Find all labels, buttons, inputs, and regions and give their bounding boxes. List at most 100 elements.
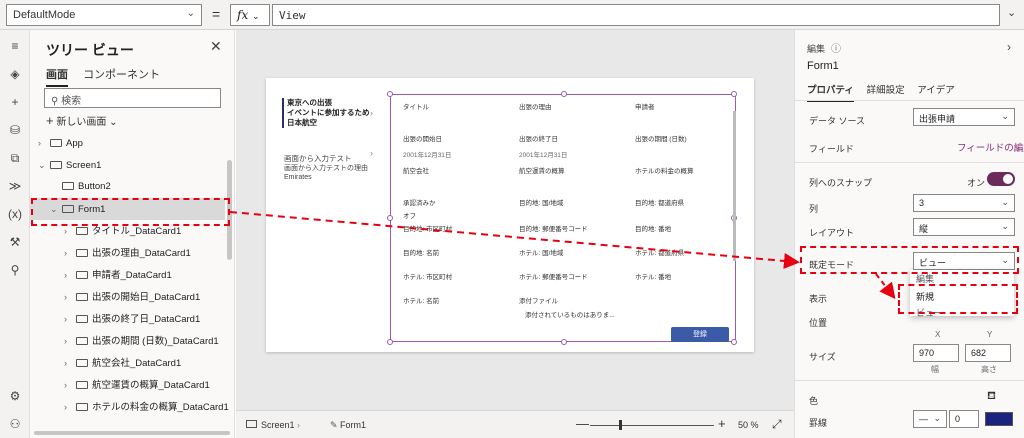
tree-item-screen1[interactable]: ⌄ Screen1 (30, 154, 225, 176)
resize-handle[interactable] (561, 91, 567, 97)
media-icon[interactable]: ⧉ (7, 150, 23, 166)
breadcrumb-screen[interactable]: Screen1 › (246, 420, 300, 430)
card-icon (76, 381, 88, 389)
chevron-down-icon: ⌄ (109, 117, 118, 128)
gallery-item[interactable]: 画面から入力テスト 画面から入力テストの理由 Emirates (284, 154, 374, 182)
resize-handle[interactable] (387, 91, 393, 97)
tree-item-datacard[interactable]: › 出張の理由_DataCard1 (30, 242, 225, 264)
border-width-input[interactable]: 0 (949, 410, 979, 428)
button-icon (62, 182, 74, 190)
position-label: 位置 (809, 318, 828, 328)
properties-tabs: プロパティ 詳細設定 アイデア (807, 82, 965, 102)
tree-item-datacard[interactable]: › 航空運賃の概算_DataCard1 (30, 374, 225, 396)
line-style-icon: — (919, 414, 928, 424)
paint-bucket-icon[interactable]: ⛾ (987, 390, 996, 404)
automate-icon[interactable]: ≫ (7, 178, 23, 194)
highlight-new-option (898, 284, 1018, 314)
settings-icon[interactable]: ⚙ (7, 388, 23, 404)
highlight-form1 (31, 198, 230, 226)
tab-properties[interactable]: プロパティ (807, 82, 854, 102)
tree-item-datacard[interactable]: › 出張の開始日_DataCard1 (30, 286, 225, 308)
resize-handle[interactable] (731, 339, 737, 345)
resize-handle[interactable] (731, 91, 737, 97)
fx-button[interactable]: fx ⌄ (230, 4, 270, 26)
tree-item-label: 出張の期間 (日数)_DataCard1 (92, 336, 219, 347)
zoom-in-button[interactable]: + (718, 416, 726, 431)
gallery-item-sub1: 画面から入力テストの理由 (284, 165, 368, 172)
resize-handle[interactable] (387, 215, 393, 221)
form1-control[interactable]: タイトル 出張の理由 申請者 出張の開始日 出張の終了日 出張の期間 (日数) … (387, 91, 737, 345)
width-input[interactable]: 970 (913, 344, 959, 362)
tree-item-label: 航空会社_DataCard1 (92, 358, 182, 369)
divider (795, 380, 1024, 381)
tab-advanced[interactable]: 詳細設定 (867, 82, 905, 100)
data-icon[interactable]: ⛁ (7, 122, 23, 138)
tree-horizontal-scrollbar[interactable] (34, 431, 230, 435)
tab-screens[interactable]: 画面 (46, 66, 68, 87)
expand-formula-icon[interactable]: ⌄ (1007, 6, 1016, 19)
chevron-right-icon[interactable]: › (1007, 40, 1011, 54)
insert-plus-icon[interactable]: + (7, 94, 23, 110)
tree-item-app[interactable]: › App (30, 132, 225, 154)
search-icon[interactable]: ⚲ (7, 262, 23, 278)
app-screen-preview[interactable]: 東京への出張 イベントに参加するため 日本航空 › 画面から入力テスト 画面から… (266, 78, 754, 352)
resize-handle[interactable] (561, 339, 567, 345)
tree-item-datacard[interactable]: › 出張の終了日_DataCard1 (30, 308, 225, 330)
zoom-out-button[interactable]: — (576, 416, 589, 431)
layout-dropdown[interactable]: 縦 ⌄ (913, 218, 1015, 236)
field-value: 2001年12月31日 (519, 152, 568, 159)
chevron-right-icon: › (64, 358, 67, 368)
property-selector[interactable]: DefaultMode ⌄ (6, 4, 202, 26)
tree-item-datacard[interactable]: › 出張の期間 (日数)_DataCard1 (30, 330, 225, 352)
columns-dropdown[interactable]: 3 ⌄ (913, 194, 1015, 212)
tree-view-title: ツリー ビュー (46, 42, 134, 58)
submit-button[interactable]: 登録 (671, 327, 729, 342)
chevron-right-icon: › (64, 380, 67, 390)
border-style-dropdown[interactable]: — ⌄ (913, 410, 947, 428)
resize-handle[interactable] (387, 339, 393, 345)
datasource-dropdown[interactable]: 出張申請 ⌄ (913, 108, 1015, 126)
field-label: 承認済みか (403, 200, 436, 207)
snap-toggle[interactable] (987, 172, 1015, 186)
field-label: ホテル: 都道府県 (635, 250, 685, 257)
chevron-right-icon: › (64, 270, 67, 280)
snap-label: 列へのスナップ (809, 178, 873, 188)
y-label: Y (987, 330, 993, 339)
tab-components[interactable]: コンポーネント (83, 66, 160, 85)
breadcrumb-form[interactable]: ✎ Form1 (330, 420, 366, 431)
zoom-slider-thumb[interactable] (619, 420, 622, 430)
search-input[interactable]: ⚲ 検索 (44, 88, 221, 108)
tree-item-datacard[interactable]: › 申請者_DataCard1 (30, 264, 225, 286)
border-color-swatch[interactable] (985, 412, 1013, 426)
zoom-slider-track[interactable] (590, 425, 714, 426)
new-screen-button[interactable]: + 新しい画面 ⌄ (46, 113, 118, 128)
tools-icon[interactable]: ⚒ (7, 234, 23, 250)
hamburger-icon[interactable]: ≡ (7, 38, 23, 54)
gallery-item-sub1: イベントに参加するため (287, 108, 370, 117)
height-input[interactable]: 682 (965, 344, 1011, 362)
tab-ideas[interactable]: アイデア (917, 82, 955, 100)
layers-icon[interactable]: ◈ (7, 66, 23, 82)
field-label: タイトル (403, 104, 429, 111)
edit-fields-link[interactable]: フィールドの編集 (957, 140, 1024, 154)
height-label: 高さ (981, 365, 997, 374)
virtual-agent-icon[interactable]: ⚇ (7, 416, 23, 432)
fit-to-window-icon[interactable]: ⤢ (772, 417, 782, 432)
form-scrollbar[interactable] (733, 111, 736, 261)
screen-icon (246, 420, 257, 428)
tree-item-button2[interactable]: Button2 (30, 176, 225, 198)
tree-item-label: Button2 (78, 181, 111, 192)
help-icon[interactable]: ⓘ (831, 40, 841, 55)
control-name: Form1 (807, 60, 839, 72)
tree-item-datacard[interactable]: › 航空会社_DataCard1 (30, 352, 225, 374)
tree-item-datacard[interactable]: › ホテルの料金の概算_DataCard1 (30, 396, 229, 418)
field-value: 2001年12月31日 (403, 152, 452, 159)
variables-icon[interactable]: (x) (7, 206, 23, 222)
gallery-item-selected[interactable]: 東京への出張 イベントに参加するため 日本航空 (282, 98, 372, 128)
tree-item-label: 航空運賃の概算_DataCard1 (92, 380, 210, 391)
formula-input[interactable]: View (272, 4, 1000, 26)
close-icon[interactable]: ✕ (210, 38, 222, 55)
card-icon (76, 337, 88, 345)
datasource-value: 出張申請 (919, 114, 956, 124)
formula-bar: DefaultMode ⌄ = fx ⌄ View ⌄ (0, 0, 1024, 30)
